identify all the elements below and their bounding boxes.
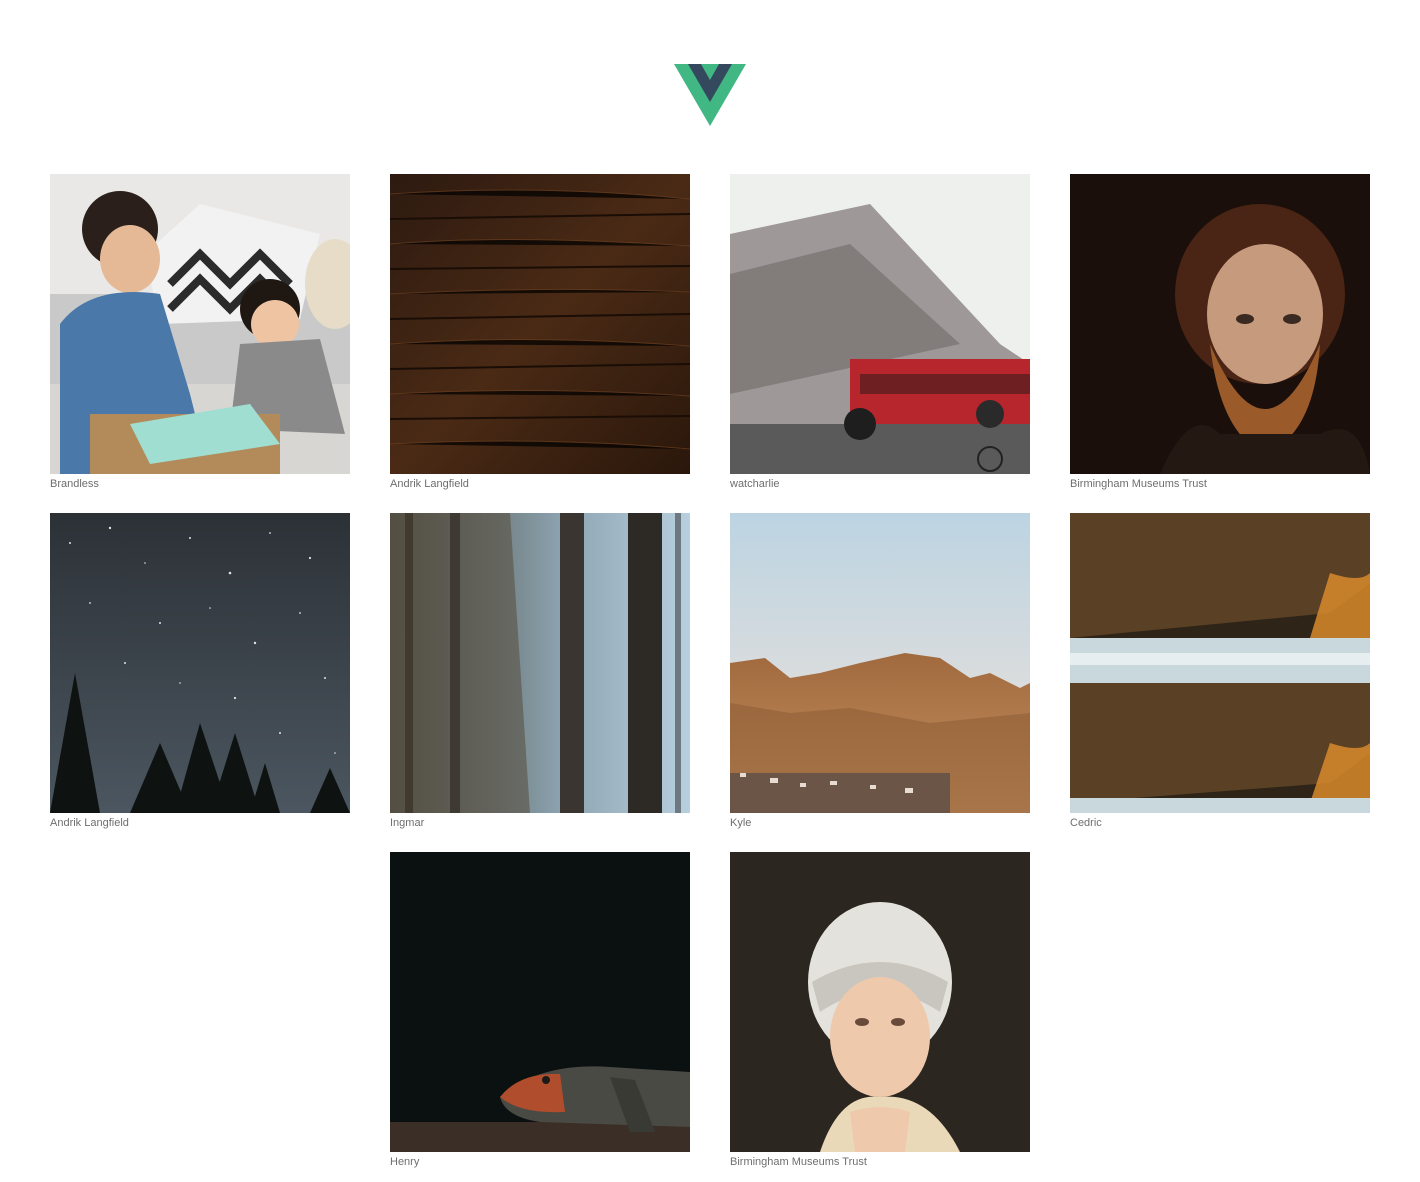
photo-credit[interactable]: Cedric <box>1070 816 1370 830</box>
gallery-image[interactable] <box>390 174 690 474</box>
gallery-card[interactable]: Birmingham Museums Trust <box>730 852 1030 1169</box>
gallery-card[interactable]: watcharlie <box>730 174 1030 491</box>
photo-credit[interactable]: watcharlie <box>730 477 1030 491</box>
gallery-card[interactable]: Henry <box>390 852 690 1169</box>
photo-credit[interactable]: Henry <box>390 1155 690 1169</box>
photo-credit[interactable]: Birmingham Museums Trust <box>730 1155 1030 1169</box>
gallery-image[interactable] <box>1070 513 1370 813</box>
photo-credit[interactable]: Andrik Langfield <box>50 816 350 830</box>
gallery-image[interactable] <box>390 513 690 813</box>
gallery-card[interactable]: Cedric <box>1070 513 1370 830</box>
photo-credit[interactable]: Ingmar <box>390 816 690 830</box>
photo-credit[interactable]: Birmingham Museums Trust <box>1070 477 1370 491</box>
gallery-image[interactable] <box>1070 174 1370 474</box>
gallery-card[interactable]: Ingmar <box>390 513 690 830</box>
gallery-image[interactable] <box>730 513 1030 813</box>
gallery-card[interactable]: Kyle <box>730 513 1030 830</box>
gallery-image[interactable] <box>730 852 1030 1152</box>
gallery-card[interactable]: Birmingham Museums Trust <box>1070 174 1370 491</box>
image-gallery: Brandless Andrik Langfield watcharlie Bi… <box>50 174 1370 1169</box>
gallery-card[interactable]: Andrik Langfield <box>390 174 690 491</box>
gallery-image[interactable] <box>390 852 690 1152</box>
gallery-card[interactable]: Brandless <box>50 174 350 491</box>
photo-credit[interactable]: Andrik Langfield <box>390 477 690 491</box>
photo-credit[interactable]: Kyle <box>730 816 1030 830</box>
gallery-image[interactable] <box>50 513 350 813</box>
gallery-image[interactable] <box>730 174 1030 474</box>
gallery-image[interactable] <box>50 174 350 474</box>
vue-logo-icon <box>674 64 746 126</box>
gallery-card[interactable]: Andrik Langfield <box>50 513 350 830</box>
photo-credit[interactable]: Brandless <box>50 477 350 491</box>
